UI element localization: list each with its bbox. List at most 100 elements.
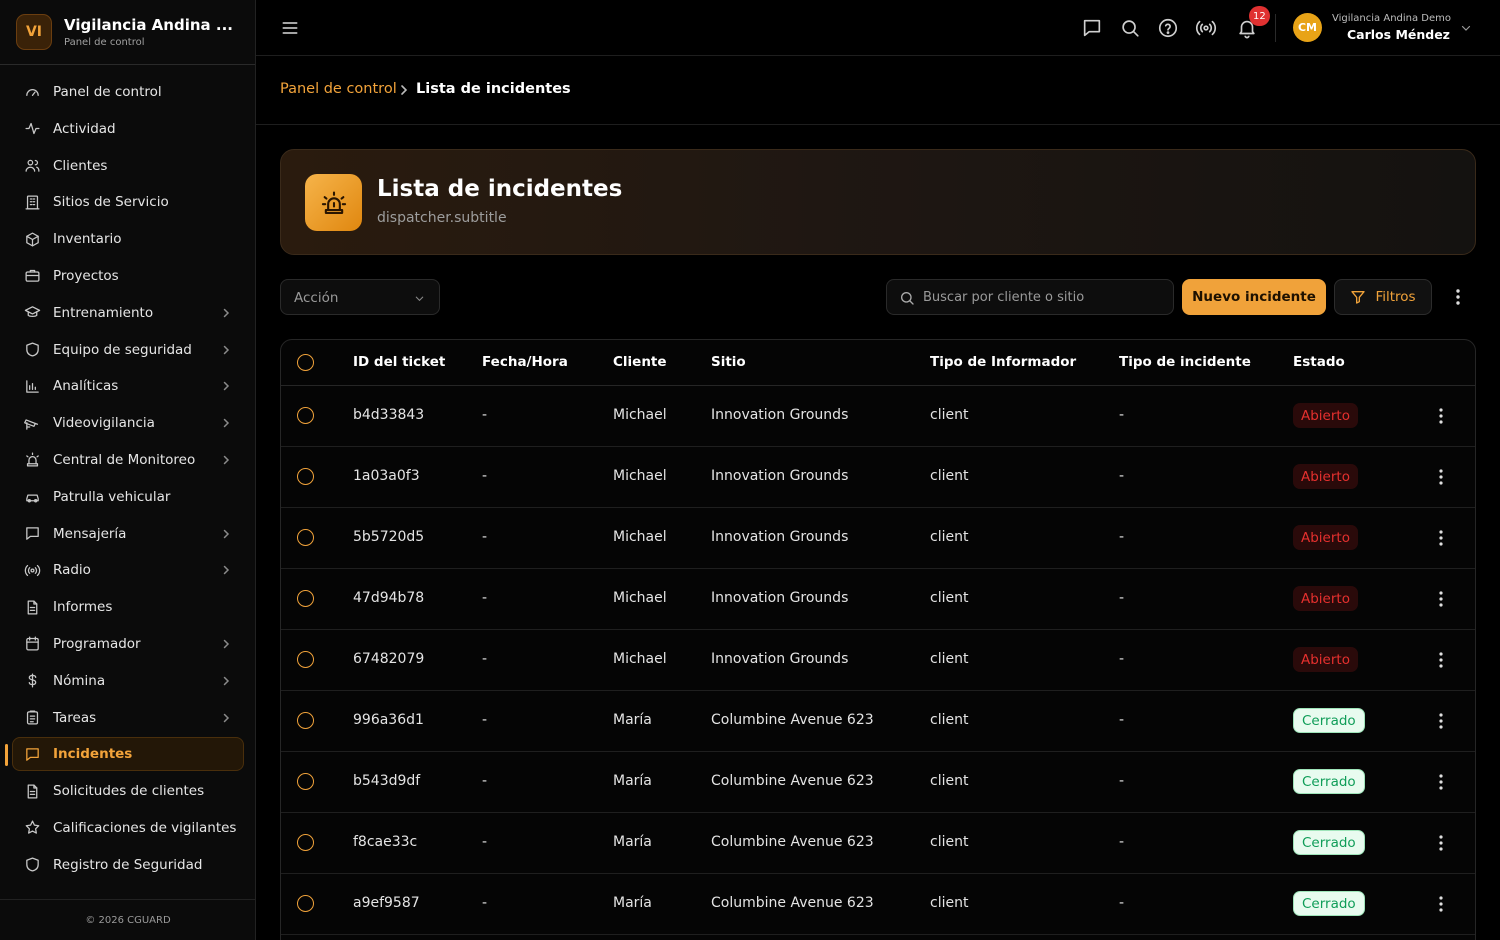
- sidebar-item-sitios-de-servicio[interactable]: Sitios de Servicio: [12, 185, 244, 219]
- sidebar-item-panel-de-control[interactable]: Panel de control: [12, 75, 244, 109]
- briefcase-icon: [24, 267, 41, 284]
- row-checkbox[interactable]: [297, 529, 314, 546]
- user-name[interactable]: Carlos Méndez: [1347, 27, 1450, 42]
- table-row[interactable]: 996a36d1 - María Columbine Avenue 623 client…: [281, 691, 1475, 752]
- cell-site: Columbine Avenue 623: [711, 895, 874, 911]
- avatar[interactable]: CM: [1293, 13, 1322, 42]
- row-checkbox[interactable]: [297, 834, 314, 851]
- more-options-icon[interactable]: [1432, 894, 1450, 914]
- building-icon: [24, 194, 41, 211]
- help-icon[interactable]: [1157, 17, 1179, 39]
- column-header-reporter-type[interactable]: Tipo de Informador: [930, 354, 1076, 370]
- more-options-icon[interactable]: [1432, 528, 1450, 548]
- row-checkbox[interactable]: [297, 773, 314, 790]
- cell-site: Innovation Grounds: [711, 407, 849, 423]
- menu-icon[interactable]: [280, 18, 300, 38]
- status-badge: Cerrado: [1293, 891, 1365, 916]
- table-row[interactable]: 47d94b78 - Michael Innovation Grounds client…: [281, 569, 1475, 630]
- column-header-incident-type[interactable]: Tipo de incidente: [1119, 354, 1251, 370]
- action-select[interactable]: Acción: [280, 279, 440, 315]
- cctv-icon: [24, 415, 41, 432]
- row-checkbox[interactable]: [297, 895, 314, 912]
- cell-client: María: [613, 895, 652, 911]
- radio-icon: [24, 562, 41, 579]
- more-options-icon[interactable]: [1432, 406, 1450, 426]
- sidebar-item-entrenamiento[interactable]: Entrenamiento: [12, 296, 244, 330]
- siren-icon: [305, 174, 362, 231]
- chevron-right-icon: [221, 565, 231, 575]
- sidebar-item-videovigilancia[interactable]: Videovigilancia: [12, 406, 244, 440]
- more-options-icon[interactable]: [1432, 833, 1450, 853]
- column-header-datetime[interactable]: Fecha/Hora: [482, 354, 568, 370]
- sidebar-item-patrulla-vehicular[interactable]: Patrulla vehicular: [12, 480, 244, 514]
- sidebar-item-programador[interactable]: Programador: [12, 627, 244, 661]
- sidebar-item-informes[interactable]: Informes: [12, 590, 244, 624]
- search-icon[interactable]: [1119, 17, 1141, 39]
- cell-datetime: -: [482, 895, 488, 911]
- more-options-icon[interactable]: [1432, 589, 1450, 609]
- sidebar-item-equipo-de-seguridad[interactable]: Equipo de seguridad: [12, 333, 244, 367]
- radio-broadcast-icon[interactable]: [1195, 17, 1217, 39]
- sidebar-item-registro-de-seguridad[interactable]: Registro de Seguridad: [12, 848, 244, 882]
- sidebar-item-nomina[interactable]: Nómina: [12, 664, 244, 698]
- sidebar-item-actividad[interactable]: Actividad: [12, 112, 244, 146]
- sidebar-item-incidentes[interactable]: Incidentes: [5, 737, 244, 772]
- top-bar: 12 CM Vigilancia Andina Demo Carlos Ménd…: [256, 0, 1500, 56]
- activity-icon: [24, 120, 41, 137]
- sidebar-item-mensajeria[interactable]: Mensajería: [12, 517, 244, 551]
- row-checkbox[interactable]: [297, 407, 314, 424]
- action-select-value: Acción: [294, 290, 339, 306]
- new-incident-button[interactable]: Nuevo incidente: [1182, 279, 1326, 315]
- sidebar-item-inventario[interactable]: Inventario: [12, 222, 244, 256]
- sidebar-item-label: Mensajería: [53, 525, 127, 542]
- column-header-site[interactable]: Sitio: [711, 354, 746, 370]
- page-header-card: Lista de incidentes dispatcher.subtitle: [280, 149, 1476, 255]
- brand-header[interactable]: VI Vigilancia Andina ... Panel de contro…: [0, 0, 255, 65]
- table-row[interactable]: f8cae33c - María Columbine Avenue 623 client…: [281, 813, 1475, 874]
- column-header-ticket-id[interactable]: ID del ticket: [353, 354, 445, 370]
- table-row[interactable]: 67482079 - Michael Innovation Grounds client…: [281, 630, 1475, 691]
- status-badge: Abierto: [1293, 464, 1358, 489]
- sidebar-item-tareas[interactable]: Tareas: [12, 701, 244, 735]
- column-header-client[interactable]: Cliente: [613, 354, 667, 370]
- more-options-icon[interactable]: [1432, 467, 1450, 487]
- row-checkbox[interactable]: [297, 712, 314, 729]
- cell-incident-type: -: [1119, 529, 1125, 545]
- table-row[interactable]: b543d9df - María Columbine Avenue 623 client…: [281, 752, 1475, 813]
- more-options-icon[interactable]: [1432, 772, 1450, 792]
- sidebar-item-analiticas[interactable]: Analíticas: [12, 369, 244, 403]
- select-all-checkbox[interactable]: [297, 354, 314, 371]
- star-icon: [24, 819, 41, 836]
- chevron-down-icon[interactable]: [1460, 22, 1472, 34]
- sidebar-item-radio[interactable]: Radio: [12, 553, 244, 587]
- page-subtitle: dispatcher.subtitle: [377, 210, 507, 226]
- more-options-icon[interactable]: [1432, 711, 1450, 731]
- sidebar-item-proyectos[interactable]: Proyectos: [12, 259, 244, 293]
- row-checkbox[interactable]: [297, 590, 314, 607]
- table-row[interactable]: b4d33843 - Michael Innovation Grounds client…: [281, 386, 1475, 447]
- cell-incident-type: -: [1119, 773, 1125, 789]
- breadcrumb-parent-link[interactable]: Panel de control: [280, 81, 397, 97]
- more-options-icon[interactable]: [1448, 287, 1468, 307]
- brand-subtitle: Panel de control: [64, 37, 145, 48]
- more-options-icon[interactable]: [1432, 650, 1450, 670]
- row-checkbox[interactable]: [297, 651, 314, 668]
- message-square-icon: [24, 746, 41, 763]
- sidebar-item-clientes[interactable]: Clientes: [12, 149, 244, 183]
- sidebar-item-solicitudes-de-clientes[interactable]: Solicitudes de clientes: [12, 774, 244, 808]
- header-divider: [1275, 14, 1276, 42]
- column-header-status[interactable]: Estado: [1293, 354, 1345, 370]
- sidebar-item-label: Nómina: [53, 672, 106, 689]
- chevron-right-icon: [399, 84, 409, 96]
- table-row[interactable]: 5b5720d5 - Michael Innovation Grounds client…: [281, 508, 1475, 569]
- filters-button[interactable]: Filtros: [1334, 279, 1432, 315]
- table-row[interactable]: a9ef9587 - María Columbine Avenue 623 client…: [281, 874, 1475, 935]
- sidebar-item-calificaciones-de-vigilantes[interactable]: Calificaciones de vigilantes: [12, 811, 244, 845]
- file-text-icon: [24, 783, 41, 800]
- table-row[interactable]: 1a03a0f3 - Michael Innovation Grounds client…: [281, 447, 1475, 508]
- sidebar-item-central-de-monitoreo[interactable]: Central de Monitoreo: [12, 443, 244, 477]
- chat-icon[interactable]: [1081, 17, 1103, 39]
- row-checkbox[interactable]: [297, 468, 314, 485]
- search-input[interactable]: [923, 280, 1168, 314]
- sidebar-item-label: Analíticas: [53, 378, 119, 395]
